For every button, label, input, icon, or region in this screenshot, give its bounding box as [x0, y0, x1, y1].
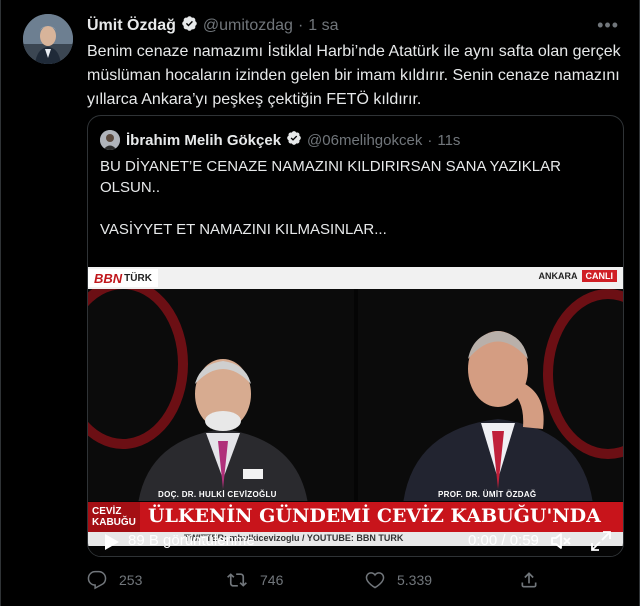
quote-text: BU DİYANET’E CENAZE NAMAZINI KILDIRIRSAN… [100, 156, 610, 240]
quote-author-handle[interactable]: @06melihgokcek [307, 132, 422, 149]
quote-time[interactable]: 11s [437, 132, 460, 149]
video-time: 0:00 / 0:59 [468, 532, 539, 549]
separator-dot: · [297, 17, 304, 34]
play-icon[interactable] [104, 533, 120, 556]
channel-suffix: TÜRK [124, 272, 152, 284]
more-options-icon[interactable]: ••• [597, 15, 619, 36]
video-player[interactable]: BBN TÜRK ANKARA CANLI DOÇ. DR. HULKİ CEV… [88, 267, 623, 556]
live-location: ANKARA CANLI [538, 270, 617, 282]
tweet-time[interactable]: 1 sa [308, 17, 338, 35]
quote-author-avatar [100, 130, 120, 150]
guest-figure-left [138, 359, 308, 501]
quote-text-line-1: BU DİYANET’E CENAZE NAMAZINI KILDIRIRSAN… [100, 158, 561, 196]
broadcast-top-bar: BBN TÜRK ANKARA CANLI [88, 267, 623, 289]
quote-text-line-2: VASİYYET ET NAMAZINI KILMASINLAR... [100, 221, 387, 238]
channel-name: BBN [94, 270, 123, 286]
reply-action[interactable]: 253 [87, 570, 142, 590]
author-name[interactable]: Ümit Özdağ [87, 17, 176, 35]
quote-header: İbrahim Melih Gökçek @06melihgokcek · 11… [100, 130, 460, 150]
avatar-image [23, 14, 73, 64]
verified-badge-icon [181, 15, 198, 37]
video-controls: 89 B görüntülenme 0:00 / 0:59 [88, 525, 623, 556]
author-handle[interactable]: @umitozdag [203, 17, 293, 35]
right-guest-caption: PROF. DR. ÜMİT ÖZDAĞ [438, 490, 537, 499]
share-action[interactable] [519, 570, 551, 590]
share-icon [521, 572, 537, 588]
live-badge: CANLI [581, 270, 617, 282]
tweet-text: Benim cenaze namazımı İstiklal Harbi’nde… [87, 43, 621, 108]
like-action[interactable]: 5.339 [365, 570, 432, 590]
reply-icon [87, 570, 107, 590]
video-panel-right: PROF. DR. ÜMİT ÖZDAĞ [358, 289, 623, 501]
like-count: 5.339 [397, 572, 433, 588]
headline-text: ÜLKENİN GÜNDEMİ CEVİZ KABUĞU'NDA [148, 505, 601, 527]
quote-author-name[interactable]: İbrahim Melih Gökçek [126, 132, 281, 149]
mute-icon[interactable] [550, 531, 572, 556]
retweet-action[interactable]: 746 [226, 570, 283, 590]
reply-count: 253 [119, 572, 143, 588]
guest-figure-right [403, 331, 593, 501]
like-heart-icon [365, 572, 385, 589]
expand-icon[interactable] [590, 530, 612, 556]
tweet-container: Ümit Özdağ @umitozdag · 1 sa ••• Benim c… [0, 0, 640, 606]
author-avatar[interactable] [23, 14, 73, 64]
quote-verified-badge-icon [286, 130, 302, 150]
quoted-tweet[interactable]: İbrahim Melih Gökçek @06melihgokcek · 11… [87, 115, 624, 557]
view-count: 89 B görüntülenme [128, 532, 255, 549]
video-panel-left: DOÇ. DR. HULKİ CEVİZOĞLU [88, 289, 354, 501]
left-guest-caption: DOÇ. DR. HULKİ CEVİZOĞLU [158, 490, 277, 499]
channel-logo: BBN TÜRK [88, 269, 158, 287]
retweet-count: 746 [260, 572, 284, 588]
tweet-actions: 253 746 5.339 [87, 570, 627, 594]
quote-separator-dot: · [427, 131, 433, 149]
location-text: ANKARA [538, 271, 578, 281]
tweet-header: Ümit Özdağ @umitozdag · 1 sa ••• [87, 15, 619, 37]
retweet-icon [227, 573, 247, 587]
